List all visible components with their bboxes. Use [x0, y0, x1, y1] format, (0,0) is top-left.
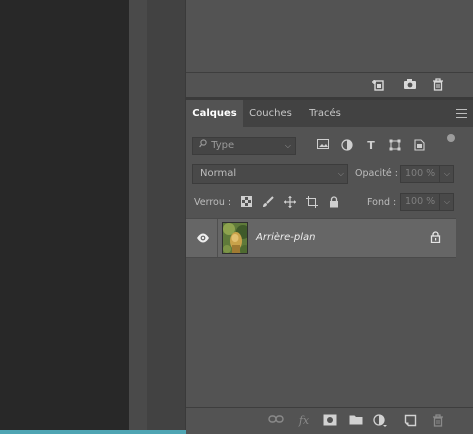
lock-transparent-icon[interactable]	[239, 196, 253, 210]
search-icon	[199, 138, 208, 154]
add-mask-icon[interactable]	[322, 414, 338, 428]
tab-calques[interactable]: Calques	[186, 100, 243, 127]
visibility-eye-icon[interactable]	[196, 232, 210, 244]
layers-panel-footer: fx	[186, 407, 473, 434]
adjustment-filter-icon[interactable]	[340, 139, 354, 153]
filter-toggle-icon[interactable]	[447, 134, 455, 142]
chevron-down-icon: ⌵	[337, 169, 344, 178]
layers-panel-tabs: Calques Couches Tracés	[186, 100, 473, 127]
image-filter-icon[interactable]	[316, 139, 330, 153]
visibility-divider	[217, 219, 218, 257]
tab-traces[interactable]: Tracés	[298, 100, 352, 127]
link-layers-icon[interactable]	[268, 414, 284, 428]
blend-mode-select[interactable]: Normal ⌵	[192, 164, 348, 184]
fill-field[interactable]: 100 % ⌵	[400, 193, 454, 211]
chevron-down-icon: ⌵	[284, 141, 291, 150]
lock-position-icon[interactable]	[283, 196, 297, 210]
shape-filter-icon[interactable]	[388, 139, 402, 153]
lock-artboard-icon[interactable]	[305, 196, 319, 210]
fill-value: 100 %	[405, 196, 436, 207]
lock-all-icon[interactable]	[327, 196, 341, 210]
new-snapshot-icon[interactable]	[370, 78, 386, 92]
new-group-icon[interactable]	[348, 414, 364, 428]
fx-icon[interactable]: fx	[296, 414, 312, 428]
camera-icon[interactable]	[402, 78, 418, 92]
filter-kind-label: Type	[211, 140, 235, 151]
trash-icon[interactable]	[430, 78, 446, 92]
canvas-edge	[129, 0, 147, 434]
filter-kind-select[interactable]: Type ⌵	[192, 137, 296, 155]
lock-label: Verrou :	[194, 197, 232, 208]
panel-gutter	[147, 0, 186, 434]
layers-scrollbar[interactable]	[456, 218, 473, 407]
smart-object-filter-icon[interactable]	[412, 139, 426, 153]
opacity-value: 100 %	[405, 168, 436, 179]
history-panel-footer	[186, 72, 473, 97]
chevron-down-icon[interactable]: ⌵	[444, 166, 450, 182]
fill-label: Fond :	[367, 197, 397, 208]
blend-row: Normal ⌵ Opacité : 100 % ⌵	[192, 164, 467, 184]
lock-row: Verrou : Fond : 100 % ⌵	[192, 193, 467, 213]
layer-row[interactable]: Arrière-plan	[186, 218, 456, 258]
layer-lock-icon[interactable]	[430, 231, 442, 245]
opacity-label: Opacité :	[355, 168, 398, 179]
chevron-down-icon[interactable]: ⌵	[444, 194, 450, 210]
status-strip	[0, 430, 186, 434]
new-layer-icon[interactable]	[402, 414, 418, 428]
document-canvas[interactable]	[0, 0, 129, 434]
type-filter-icon[interactable]: T	[364, 139, 378, 153]
layer-name[interactable]: Arrière-plan	[256, 219, 315, 257]
layers-panel: Type ⌵ T Normal ⌵ Opacité : 100 % ⌵ Verr…	[186, 127, 473, 407]
panel-menu-icon[interactable]	[456, 109, 467, 118]
delete-layer-icon[interactable]	[430, 414, 446, 428]
opacity-field[interactable]: 100 % ⌵	[400, 165, 454, 183]
layer-thumbnail[interactable]	[222, 222, 248, 254]
blend-mode-value: Normal	[200, 168, 237, 179]
tab-couches[interactable]: Couches	[243, 100, 298, 127]
adjustment-layer-icon[interactable]	[372, 414, 388, 428]
lock-image-icon[interactable]	[261, 196, 275, 210]
